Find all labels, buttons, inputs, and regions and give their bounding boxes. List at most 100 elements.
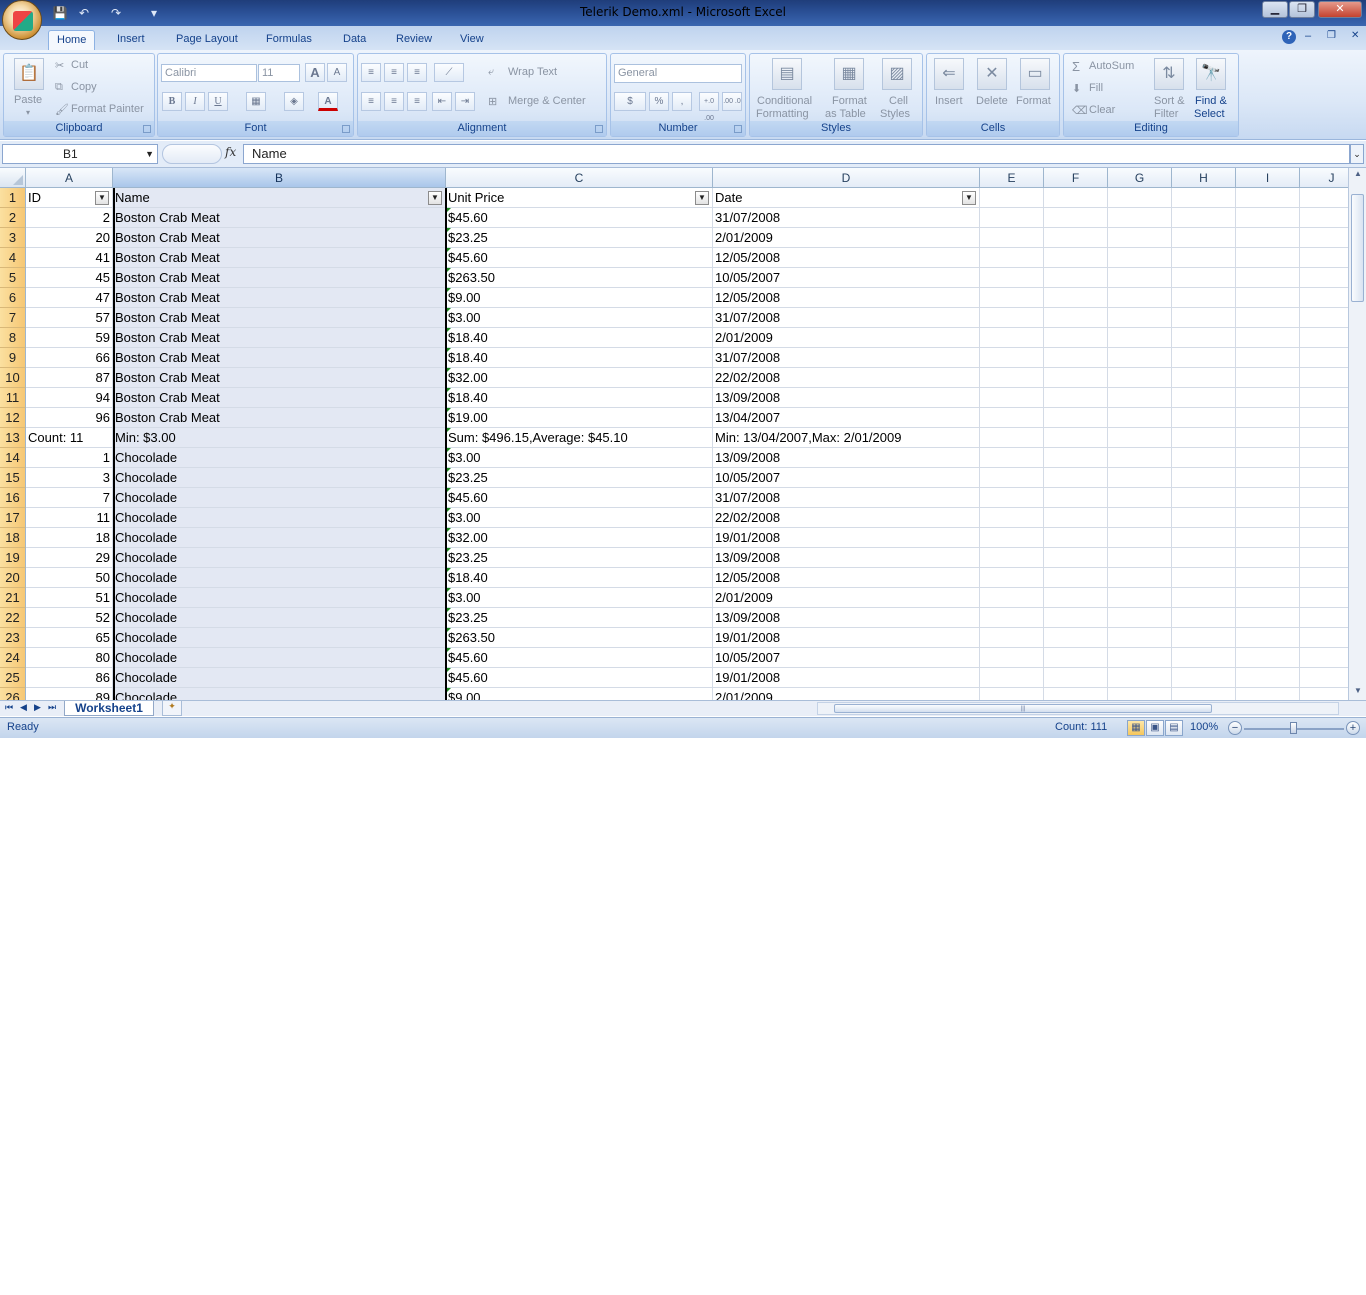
cell-i2[interactable] <box>1236 208 1300 228</box>
cell-c9[interactable]: $18.40 <box>446 348 713 368</box>
cell-j8[interactable] <box>1300 328 1348 348</box>
tab-data[interactable]: Data <box>335 30 374 50</box>
cell-f17[interactable] <box>1044 508 1108 528</box>
cell-g11[interactable] <box>1108 388 1172 408</box>
cell-a16[interactable]: 7 <box>26 488 113 508</box>
percent-button[interactable]: % <box>649 92 669 111</box>
page-layout-view-icon[interactable]: ▣ <box>1146 720 1164 736</box>
cell-c12[interactable]: $19.00 <box>446 408 713 428</box>
cell-b5[interactable]: Boston Crab Meat <box>113 268 446 288</box>
cell-c13[interactable]: Sum: $496.15,Average: $45.10 <box>446 428 713 448</box>
cell-c14[interactable]: $3.00 <box>446 448 713 468</box>
dialog-launcher-icon[interactable] <box>143 125 151 133</box>
cell-g4[interactable] <box>1108 248 1172 268</box>
cell-j26[interactable] <box>1300 688 1348 700</box>
cell-b19[interactable]: Chocolade <box>113 548 446 568</box>
cell-c18[interactable]: $32.00 <box>446 528 713 548</box>
cell-e26[interactable] <box>980 688 1044 700</box>
cell-e12[interactable] <box>980 408 1044 428</box>
cell-j7[interactable] <box>1300 308 1348 328</box>
font-color-button[interactable]: A <box>318 92 338 111</box>
cell-f12[interactable] <box>1044 408 1108 428</box>
cell-i7[interactable] <box>1236 308 1300 328</box>
cell-g2[interactable] <box>1108 208 1172 228</box>
fill-icon[interactable]: ⬇ <box>1072 82 1081 95</box>
cell-c11[interactable]: $18.40 <box>446 388 713 408</box>
column-header-c[interactable]: C <box>446 168 713 188</box>
cell-j2[interactable] <box>1300 208 1348 228</box>
cell-f5[interactable] <box>1044 268 1108 288</box>
cell-e20[interactable] <box>980 568 1044 588</box>
cell-g19[interactable] <box>1108 548 1172 568</box>
cell-j20[interactable] <box>1300 568 1348 588</box>
cell-f3[interactable] <box>1044 228 1108 248</box>
row-header[interactable]: 12 <box>0 408 26 428</box>
cell-d14[interactable]: 13/09/2008 <box>713 448 980 468</box>
cell-e21[interactable] <box>980 588 1044 608</box>
cell-h22[interactable] <box>1172 608 1236 628</box>
tab-home[interactable]: Home <box>48 30 96 50</box>
cell-h7[interactable] <box>1172 308 1236 328</box>
cell-f13[interactable] <box>1044 428 1108 448</box>
cell-c26[interactable]: $9.00 <box>446 688 713 700</box>
cell-c2[interactable]: $45.60 <box>446 208 713 228</box>
cell-a21[interactable]: 51 <box>26 588 113 608</box>
cell-j14[interactable] <box>1300 448 1348 468</box>
workbook-minimize-icon[interactable]: – <box>1305 30 1311 42</box>
cell-c5[interactable]: $263.50 <box>446 268 713 288</box>
cell-d12[interactable]: 13/04/2007 <box>713 408 980 428</box>
cell-d2[interactable]: 31/07/2008 <box>713 208 980 228</box>
cell-d13[interactable]: Min: 13/04/2007,Max: 2/01/2009 <box>713 428 980 448</box>
format-painter-button[interactable]: Format Painter <box>71 103 144 115</box>
column-header-g[interactable]: G <box>1108 168 1172 188</box>
row-header[interactable]: 20 <box>0 568 26 588</box>
cell-f2[interactable] <box>1044 208 1108 228</box>
find-select-label-1[interactable]: Find & <box>1195 95 1227 107</box>
format-painter-icon[interactable]: 🖌 <box>55 103 69 116</box>
cell-b15[interactable]: Chocolade <box>113 468 446 488</box>
cell-f4[interactable] <box>1044 248 1108 268</box>
cell-g13[interactable] <box>1108 428 1172 448</box>
cell-j25[interactable] <box>1300 668 1348 688</box>
cell-b7[interactable]: Boston Crab Meat <box>113 308 446 328</box>
comma-button[interactable]: , <box>672 92 692 111</box>
cell-i20[interactable] <box>1236 568 1300 588</box>
cell-c4[interactable]: $45.60 <box>446 248 713 268</box>
fill-button[interactable]: Fill <box>1089 82 1103 94</box>
align-bottom-icon[interactable]: ≡ <box>407 63 427 82</box>
cell-e6[interactable] <box>980 288 1044 308</box>
row-header[interactable]: 6 <box>0 288 26 308</box>
align-right-icon[interactable]: ≡ <box>407 92 427 111</box>
cell-g7[interactable] <box>1108 308 1172 328</box>
column-header-i[interactable]: I <box>1236 168 1300 188</box>
cell-styles-label-1[interactable]: Cell <box>889 95 908 107</box>
zoom-slider-thumb[interactable] <box>1290 722 1297 734</box>
cell-c23[interactable]: $263.50 <box>446 628 713 648</box>
tab-review[interactable]: Review <box>388 30 440 50</box>
cell-i15[interactable] <box>1236 468 1300 488</box>
cell-a12[interactable]: 96 <box>26 408 113 428</box>
cell-d8[interactable]: 2/01/2009 <box>713 328 980 348</box>
cell-c25[interactable]: $45.60 <box>446 668 713 688</box>
fill-color-icon[interactable]: ◈ <box>284 92 304 111</box>
cell-e15[interactable] <box>980 468 1044 488</box>
find-select-icon[interactable]: 🔭 <box>1196 58 1226 90</box>
row-header[interactable]: 8 <box>0 328 26 348</box>
cell-d17[interactable]: 22/02/2008 <box>713 508 980 528</box>
cell-b8[interactable]: Boston Crab Meat <box>113 328 446 348</box>
underline-button[interactable]: U <box>208 92 228 111</box>
cell-g20[interactable] <box>1108 568 1172 588</box>
cell-h2[interactable] <box>1172 208 1236 228</box>
cell-d15[interactable]: 10/05/2007 <box>713 468 980 488</box>
chevron-down-icon[interactable]: ▼ <box>145 145 154 163</box>
cell-g6[interactable] <box>1108 288 1172 308</box>
cell-i14[interactable] <box>1236 448 1300 468</box>
cell-j3[interactable] <box>1300 228 1348 248</box>
cell-h15[interactable] <box>1172 468 1236 488</box>
cell-e3[interactable] <box>980 228 1044 248</box>
cell-h10[interactable] <box>1172 368 1236 388</box>
filter-dropdown-icon[interactable]: ▼ <box>695 191 709 205</box>
cell-i26[interactable] <box>1236 688 1300 700</box>
cell-g16[interactable] <box>1108 488 1172 508</box>
cell-f21[interactable] <box>1044 588 1108 608</box>
